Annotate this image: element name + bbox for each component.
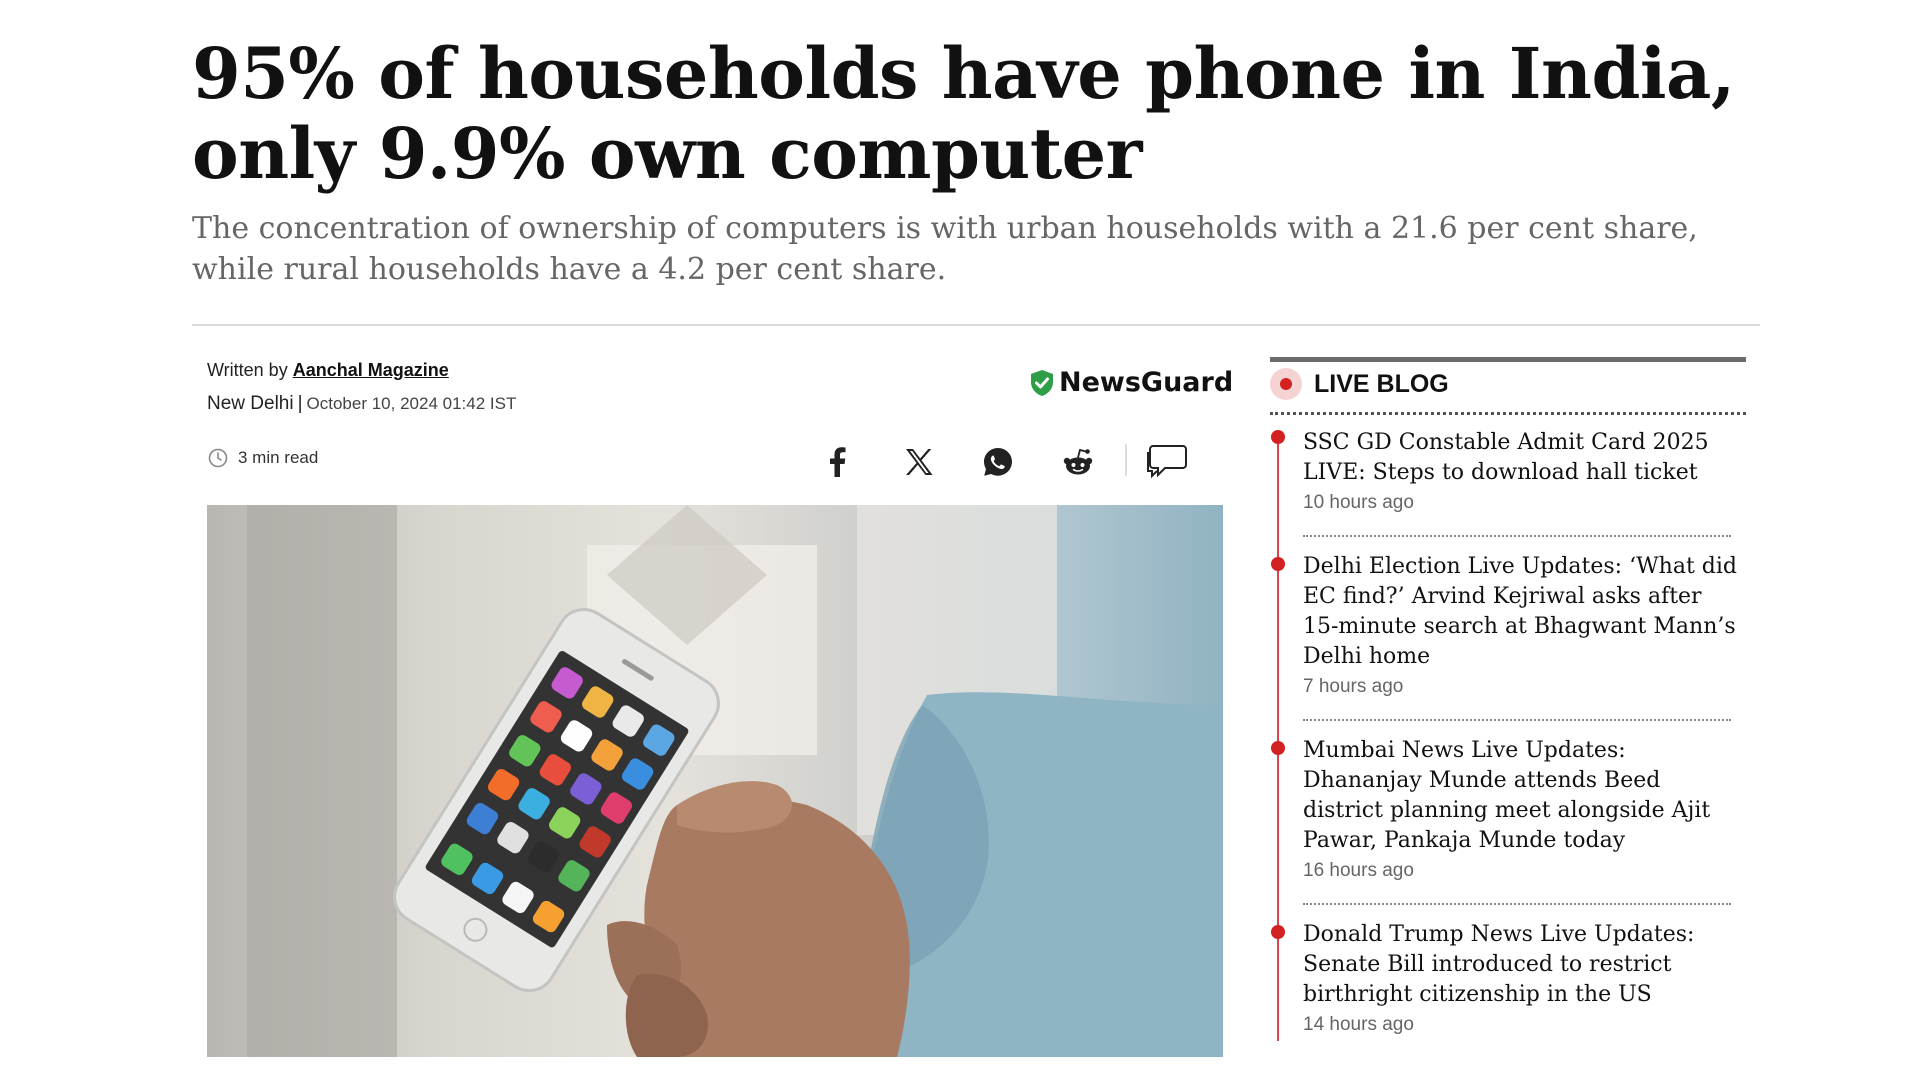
read-time: 3 min read [208,448,318,468]
live-item-separator [1303,535,1731,537]
live-blog-item-time: 7 hours ago [1303,676,1404,697]
hero-image [207,505,1223,1057]
comments-button[interactable] [1145,440,1189,484]
live-item-separator [1303,903,1731,905]
whatsapp-icon [984,448,1012,476]
reddit-icon [1063,448,1093,475]
live-blog-item[interactable]: Delhi Election Live Updates: ‘What did E… [1303,552,1743,698]
live-blog-item-title[interactable]: SSC GD Constable Admit Card 2025 LIVE: S… [1303,428,1743,488]
live-blog-top-bar [1270,357,1746,362]
article-subheadline: The concentration of ownership of comput… [192,211,1698,287]
hand-holding-phone-image [247,505,1223,1057]
newsguard-shield-icon [1031,369,1053,396]
facebook-icon [830,447,846,477]
x-icon [906,449,933,475]
live-blog-item[interactable]: Donald Trump News Live Updates: Senate B… [1303,920,1743,1036]
share-divider [1125,444,1127,476]
live-blog-item-title[interactable]: Mumbai News Live Updates: Dhananjay Mund… [1303,736,1743,856]
timeline-dot [1271,741,1285,755]
live-blog-divider [1270,412,1746,415]
facebook-share-button[interactable] [815,440,859,484]
clock-icon [208,448,228,468]
dateline: New Delhi | October 10, 2024 01:42 IST [207,393,516,415]
live-item-separator [1303,719,1731,721]
live-blog-title: LIVE BLOG [1314,369,1449,398]
live-blog-header[interactable]: LIVE BLOG [1270,368,1449,400]
byline: Written by Aanchal Magazine [207,360,449,381]
newsguard-label: NewsGuard [1059,367,1234,398]
timeline-dot [1271,557,1285,571]
live-blog-item-time: 14 hours ago [1303,1014,1414,1035]
live-blog-item-time: 16 hours ago [1303,860,1414,881]
live-blog-item-time: 10 hours ago [1303,492,1414,513]
comments-icon [1147,445,1187,479]
live-blog-item-title[interactable]: Donald Trump News Live Updates: Senate B… [1303,920,1743,1010]
header-divider [192,324,1760,326]
timeline-dot [1271,430,1285,444]
whatsapp-share-button[interactable] [976,440,1020,484]
live-blog-item-title[interactable]: Delhi Election Live Updates: ‘What did E… [1303,552,1743,672]
written-by-label: Written by [207,360,288,380]
live-blog-item[interactable]: Mumbai News Live Updates: Dhananjay Mund… [1303,736,1743,882]
dateline-separator: | [297,393,303,414]
article-headline: 95% of households have phone in India, o… [192,32,1735,195]
x-share-button[interactable] [897,440,941,484]
read-time-label: 3 min read [238,448,319,467]
location: New Delhi [207,393,294,414]
reddit-share-button[interactable] [1056,440,1100,484]
timeline-dot [1271,925,1285,939]
newsguard-badge[interactable]: NewsGuard [1030,367,1233,398]
live-indicator-icon [1270,368,1302,400]
live-timeline [1277,433,1279,1041]
author-link[interactable]: Aanchal Magazine [293,360,449,380]
publish-date: October 10, 2024 01:42 IST [306,394,517,413]
live-blog-item[interactable]: SSC GD Constable Admit Card 2025 LIVE: S… [1303,428,1743,514]
